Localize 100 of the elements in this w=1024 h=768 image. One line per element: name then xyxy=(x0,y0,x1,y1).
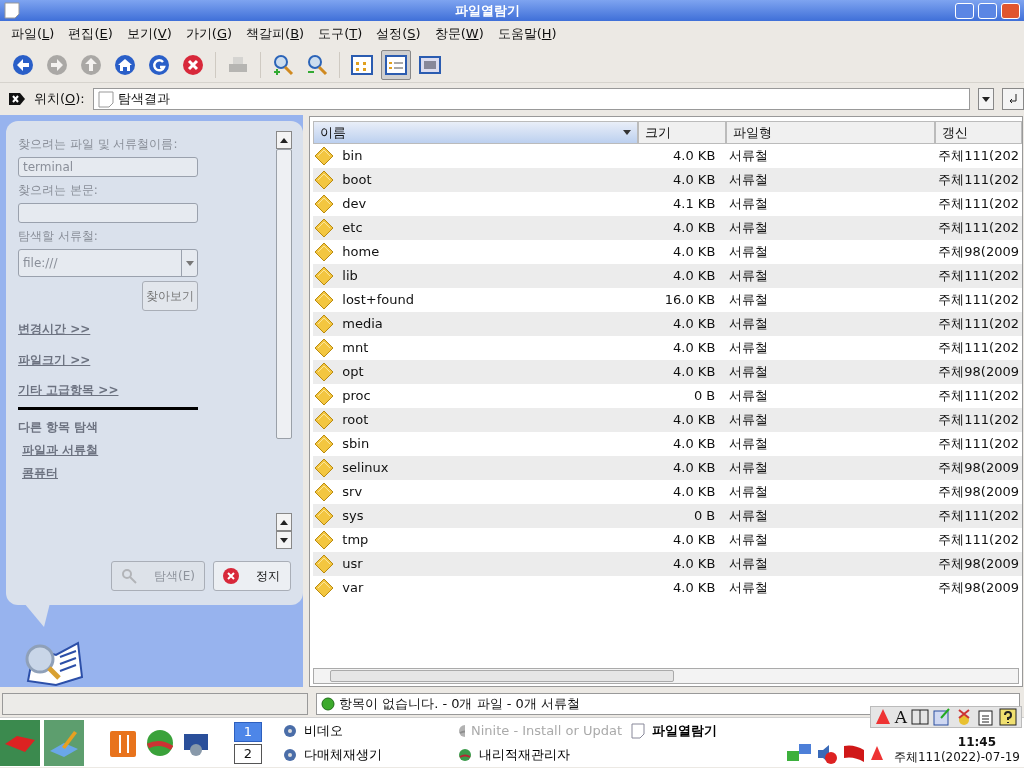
file-name[interactable]: lib xyxy=(339,266,361,286)
file-name[interactable]: sys xyxy=(339,506,367,526)
search-type-link[interactable]: 콤퓨터 xyxy=(22,466,58,480)
file-name[interactable]: selinux xyxy=(339,458,392,478)
desktop-pager-button[interactable]: 1 xyxy=(234,721,262,742)
table-cell-text: 4.0 KB xyxy=(672,148,717,164)
search-type-link[interactable]: 파일과 서류철 xyxy=(22,442,99,457)
column-header[interactable]: 이름 xyxy=(313,121,639,144)
file-name[interactable]: boot xyxy=(339,170,375,190)
folder-icon xyxy=(313,290,336,310)
table-cell-text: 주체98(2009 xyxy=(937,580,1020,596)
column-header[interactable]: 갱신 xyxy=(935,121,1022,144)
file-name[interactable]: usr xyxy=(339,554,366,574)
menu-item[interactable]: 파일(L) xyxy=(4,22,62,46)
go-button[interactable] xyxy=(1002,88,1024,110)
close-button[interactable] xyxy=(1001,2,1020,19)
browse-button[interactable]: 찾아보기 xyxy=(142,281,198,311)
dropdown-button[interactable] xyxy=(978,88,995,110)
text-field[interactable] xyxy=(18,203,198,223)
file-name[interactable]: sbin xyxy=(339,434,373,454)
toolbar-button[interactable] xyxy=(381,49,411,80)
table-cell-text: 4.0 KB xyxy=(672,364,717,380)
file-name[interactable]: srv xyxy=(339,482,366,502)
expand-link[interactable]: 기타 고급항목 >> xyxy=(18,383,119,397)
columns-icon[interactable] xyxy=(911,709,929,725)
clipboard-icon[interactable] xyxy=(977,708,995,726)
scroll-down-button[interactable] xyxy=(276,531,292,549)
desktop-pager-button[interactable]: 2 xyxy=(234,743,262,764)
location-field[interactable]: 탐색결과 xyxy=(92,88,971,110)
stop-button[interactable]: 정지 xyxy=(213,561,291,591)
folder-icon xyxy=(313,410,336,430)
status-light-icon xyxy=(321,697,335,711)
help-icon[interactable] xyxy=(999,708,1017,726)
folder-icon xyxy=(313,506,336,526)
flag-icon[interactable] xyxy=(842,743,866,764)
table-cell-text: 서류철 xyxy=(728,196,770,212)
file-name[interactable]: media xyxy=(339,314,386,334)
table-cell-text: 서류철 xyxy=(728,316,770,332)
table-cell-text: 4.0 KB xyxy=(672,244,717,260)
table-cell-text: 서류철 xyxy=(728,148,770,164)
expand-link[interactable]: 변경시간 >> xyxy=(18,322,91,336)
document-icon xyxy=(97,90,114,108)
desktop-button[interactable] xyxy=(44,719,85,766)
globe-icon[interactable] xyxy=(144,727,174,758)
expand-link[interactable]: 파일크기 >> xyxy=(18,352,91,367)
taskbar-item[interactable]: 파일열람기 xyxy=(626,718,786,743)
menu-item[interactable]: 편집(E) xyxy=(61,22,120,46)
table-cell-text: 4.0 KB xyxy=(672,436,717,452)
taskbar-item[interactable]: 비데오 xyxy=(278,718,453,743)
file-name[interactable]: etc xyxy=(339,218,366,238)
folder-icon xyxy=(313,554,336,574)
file-name[interactable]: proc xyxy=(339,386,374,406)
scroll-up-button[interactable] xyxy=(276,513,292,531)
horizontal-scrollbar[interactable] xyxy=(313,668,1019,684)
table-cell-text: 4.0 KB xyxy=(672,580,717,596)
volume-muted-icon[interactable] xyxy=(816,742,838,765)
start-menu-button[interactable] xyxy=(0,719,41,766)
clear-location-icon[interactable] xyxy=(8,92,26,106)
menu-item[interactable]: 도구(T) xyxy=(311,22,370,46)
font-button[interactable]: A xyxy=(894,707,907,727)
table-cell-text: 서류철 xyxy=(728,268,770,284)
table-cell-text: 서류철 xyxy=(728,220,770,236)
taskbar-item[interactable]: 다매체재생기 xyxy=(278,742,453,767)
scroll-up-button[interactable] xyxy=(276,131,292,149)
table-cell-text: 서류철 xyxy=(728,556,770,572)
menu-item[interactable]: 설정(S) xyxy=(369,22,428,46)
file-name[interactable]: home xyxy=(339,242,383,262)
table-cell-text: 4.0 KB xyxy=(672,532,717,548)
file-name[interactable]: root xyxy=(339,410,372,430)
status-text: 항목이 없습니다. - 0개 파일 - 0개 서류철 xyxy=(339,695,580,714)
table-cell-text: 주체111(202 xyxy=(937,220,1020,236)
table-cell-text: 주체111(202 xyxy=(937,436,1020,452)
menu-item[interactable]: 가기(G) xyxy=(178,22,240,46)
taskbar-item[interactable]: 내리적재관리자 xyxy=(453,742,626,767)
table-cell-text: 16.0 KB xyxy=(663,292,717,308)
maximize-button[interactable] xyxy=(978,2,997,19)
keyboard-layout-icon[interactable] xyxy=(870,744,884,763)
file-name[interactable]: bin xyxy=(339,146,366,166)
file-name[interactable]: dev xyxy=(339,194,370,214)
file-name[interactable]: var xyxy=(339,578,367,598)
file-name[interactable]: mnt xyxy=(339,338,372,358)
table-cell-text: 주체111(202 xyxy=(937,388,1020,404)
folder-icon xyxy=(313,314,336,334)
menu-item[interactable]: 보기(V) xyxy=(119,22,179,46)
folder-icon xyxy=(313,146,336,166)
minimize-button[interactable] xyxy=(955,2,974,19)
file-name[interactable]: lost+found xyxy=(339,290,417,310)
menu-item[interactable]: 책갈피(B) xyxy=(239,22,312,46)
player-icon xyxy=(282,722,298,739)
file-name[interactable]: tmp xyxy=(339,530,372,550)
menu-item[interactable]: 도움말(H) xyxy=(490,22,564,46)
scrollbar-thumb[interactable] xyxy=(276,149,292,439)
keyboard-layout-icon[interactable] xyxy=(874,708,891,726)
player-icon xyxy=(282,746,298,763)
menu-item[interactable]: 창문(W) xyxy=(427,22,491,46)
column-header[interactable]: 크기 xyxy=(638,121,727,144)
column-header[interactable]: 파일형 xyxy=(726,121,936,144)
table-cell-text: 서류철 xyxy=(728,292,770,308)
file-name[interactable]: opt xyxy=(339,362,367,382)
stop-icon xyxy=(222,567,240,585)
